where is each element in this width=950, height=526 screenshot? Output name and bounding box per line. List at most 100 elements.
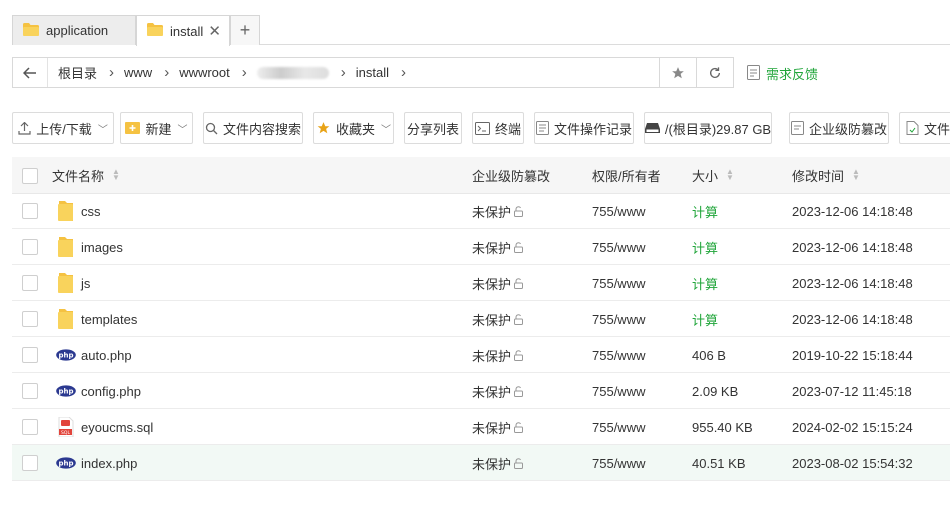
tab-application[interactable]: application (12, 15, 136, 45)
lock-icon (513, 313, 524, 325)
permission[interactable]: 755/www (592, 193, 645, 229)
file-name-text[interactable]: eyoucms.sql (81, 420, 153, 435)
file-name[interactable]: auto.php (81, 337, 132, 373)
breadcrumb-item[interactable]: 根目录 (58, 63, 97, 82)
close-icon[interactable]: ✕ (208, 22, 221, 40)
column-header-size[interactable]: 大小 ▲ ▼ (692, 157, 734, 193)
file-sync-button[interactable]: 文件 (899, 112, 950, 144)
permission[interactable]: 755/www (592, 337, 645, 373)
address-bar[interactable]: 根目录 › www › wwwroot › › install › (12, 57, 660, 88)
protect-status[interactable]: 未保护 (472, 265, 524, 301)
permission[interactable]: 755/www (592, 409, 645, 445)
disk-button[interactable]: /(根目录)29.87 GB (644, 112, 772, 144)
file-size[interactable]: 计算 (692, 229, 718, 265)
file-name-text[interactable]: templates (81, 312, 137, 327)
php-file-icon: php (54, 373, 78, 409)
permission[interactable]: 755/www (592, 265, 645, 301)
protect-status[interactable]: 未保护 (472, 301, 524, 337)
table-row[interactable]: images 未保护 755/www 计算 2023-12-06 14:18:48 (12, 229, 950, 265)
terminal-icon (474, 121, 490, 135)
breadcrumb-install[interactable]: install › (356, 64, 406, 81)
permission[interactable]: 755/www (592, 229, 645, 265)
favorite-button[interactable] (659, 57, 697, 88)
feedback-link[interactable]: 需求反馈 (747, 64, 818, 83)
row-checkbox[interactable] (22, 311, 38, 327)
protect-status-text: 未保护 (472, 384, 512, 400)
favorites-button[interactable]: 收藏夹 ﹀ (313, 112, 394, 144)
back-button[interactable] (13, 58, 48, 87)
row-checkbox[interactable] (22, 419, 38, 435)
modified-time: 2023-07-12 11:45:18 (792, 373, 912, 409)
protect-status[interactable]: 未保护 (472, 337, 524, 373)
tamper-protect-button[interactable]: 企业级防篡改 (789, 112, 889, 144)
file-name-text[interactable]: auto.php (81, 348, 132, 363)
breadcrumb-item[interactable]: wwwroot (179, 65, 230, 80)
breadcrumb-item[interactable]: www (124, 65, 152, 80)
file-size[interactable]: 计算 (692, 265, 718, 301)
sort-icon[interactable]: ▲ ▼ (112, 168, 120, 182)
table-row[interactable]: templates 未保护 755/www 计算 2023-12-06 14:18:48 (12, 301, 950, 337)
permission[interactable]: 755/www (592, 301, 645, 337)
protect-status-text: 未保护 (472, 276, 512, 292)
protect-status[interactable]: 未保护 (472, 229, 524, 265)
breadcrumb-www[interactable]: www › (124, 64, 169, 81)
row-checkbox[interactable] (22, 275, 38, 291)
column-header-mtime[interactable]: 修改时间 ▲ ▼ (792, 157, 860, 193)
terminal-button[interactable]: 终端 (472, 112, 524, 144)
add-tab-button[interactable]: + (230, 15, 260, 45)
protect-status[interactable]: 未保护 (472, 193, 524, 229)
content-search-button[interactable]: 文件内容搜索 (203, 112, 303, 144)
file-size-text[interactable]: 计算 (692, 274, 718, 293)
row-checkbox[interactable] (22, 383, 38, 399)
breadcrumb-redacted[interactable]: › (256, 64, 346, 81)
table-row[interactable]: js 未保护 755/www 计算 2023-12-06 14:18:48 (12, 265, 950, 301)
file-name[interactable]: js (81, 265, 90, 301)
upload-download-button[interactable]: 上传/下载 ﹀ (12, 112, 114, 144)
sort-icon[interactable]: ▲ ▼ (726, 168, 734, 182)
tab-install[interactable]: install ✕ (136, 15, 230, 46)
breadcrumb-wwwroot[interactable]: wwwroot › (179, 64, 247, 81)
file-name[interactable]: index.php (81, 445, 137, 481)
table-row[interactable]: php index.php 未保护 755/www 40.51 KB 2023-08-02… (12, 445, 950, 481)
protect-status-text: 未保护 (472, 312, 512, 328)
protect-status[interactable]: 未保护 (472, 409, 524, 445)
file-size-text[interactable]: 计算 (692, 202, 718, 221)
sort-icon[interactable]: ▲ ▼ (852, 168, 860, 182)
protect-status[interactable]: 未保护 (472, 445, 524, 481)
file-name[interactable]: css (81, 193, 101, 229)
column-header-protect: 企业级防篡改 (472, 157, 550, 193)
operation-log-button[interactable]: 文件操作记录 (534, 112, 634, 144)
row-checkbox[interactable] (22, 203, 38, 219)
row-checkbox[interactable] (22, 455, 38, 471)
file-name-text[interactable]: css (81, 204, 101, 219)
file-name-text[interactable]: index.php (81, 456, 137, 471)
table-row[interactable]: SQL eyoucms.sql 未保护 755/www 955.40 KB 2024-02… (12, 409, 950, 445)
file-name[interactable]: templates (81, 301, 137, 337)
file-size-text[interactable]: 计算 (692, 310, 718, 329)
refresh-button[interactable] (696, 57, 734, 88)
select-all-checkbox[interactable] (22, 168, 38, 184)
protect-status[interactable]: 未保护 (472, 373, 524, 409)
modified-time-text: 2023-12-06 14:18:48 (792, 275, 913, 291)
breadcrumb-root[interactable]: 根目录 › (58, 63, 114, 82)
file-name-text[interactable]: images (81, 240, 123, 255)
table-row[interactable]: css 未保护 755/www 计算 2023-12-06 14:18:48 (12, 193, 950, 229)
row-checkbox[interactable] (22, 239, 38, 255)
breadcrumb-item[interactable]: install (356, 65, 389, 80)
permission[interactable]: 755/www (592, 373, 645, 409)
column-header-name[interactable]: 文件名称 ▲ ▼ (52, 157, 120, 193)
permission[interactable]: 755/www (592, 445, 645, 481)
table-row[interactable]: php auto.php 未保护 755/www 406 B 2019-10-22 15:… (12, 337, 950, 373)
table-row[interactable]: php config.php 未保护 755/www 2.09 KB 2023-07-12… (12, 373, 950, 409)
file-size[interactable]: 计算 (692, 301, 718, 337)
file-name[interactable]: images (81, 229, 123, 265)
file-name-text[interactable]: config.php (81, 384, 141, 399)
file-size[interactable]: 计算 (692, 193, 718, 229)
file-size-text[interactable]: 计算 (692, 238, 718, 257)
row-checkbox[interactable] (22, 347, 38, 363)
new-button[interactable]: 新建 ﹀ (120, 112, 193, 144)
file-name[interactable]: eyoucms.sql (81, 409, 153, 445)
file-name-text[interactable]: js (81, 276, 90, 291)
share-list-button[interactable]: 分享列表 (404, 112, 462, 144)
file-name[interactable]: config.php (81, 373, 141, 409)
